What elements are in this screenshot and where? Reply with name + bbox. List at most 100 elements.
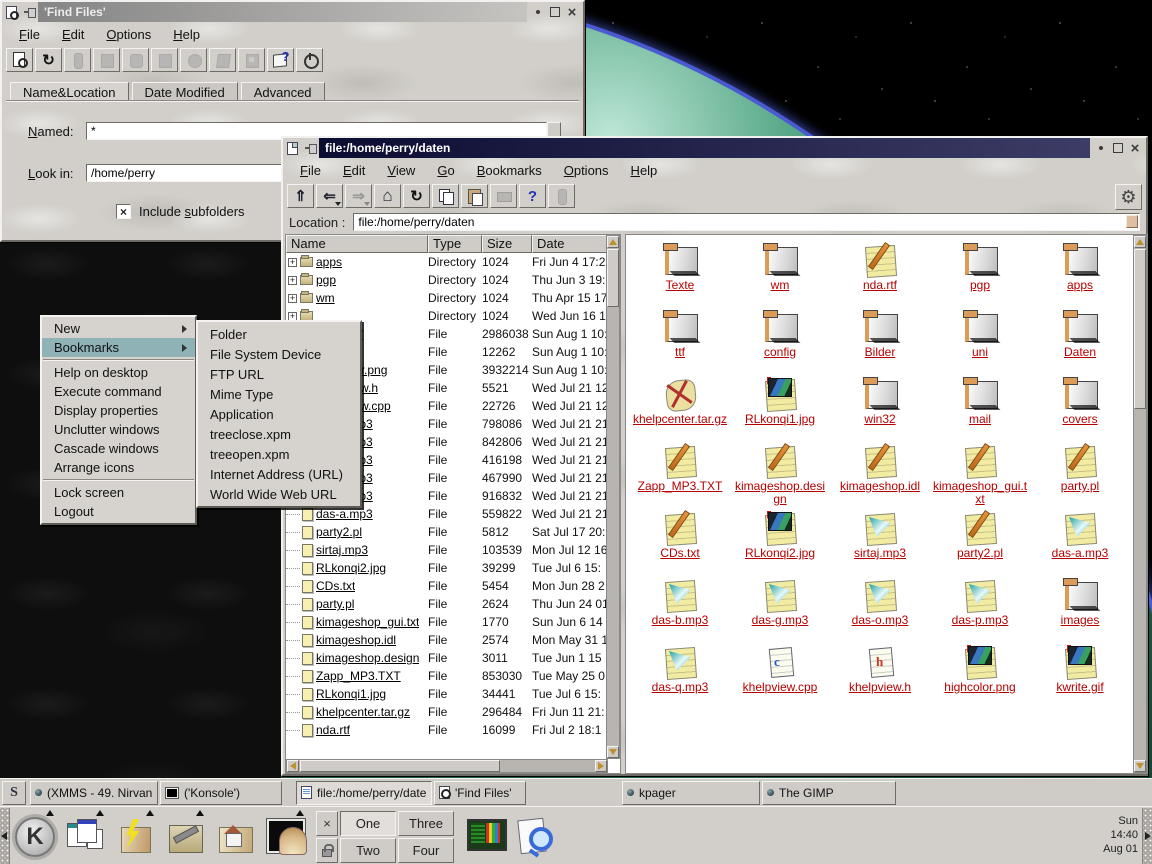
icon-item-das-a-mp3[interactable]: das-a.mp3	[1030, 509, 1130, 576]
icon-item-covers[interactable]: covers	[1030, 375, 1130, 442]
tab-name-location[interactable]: Name&Location	[10, 82, 129, 102]
search-button[interactable]	[6, 48, 33, 72]
include-subfolders-checkbox[interactable]: ×	[116, 204, 131, 219]
copy-button[interactable]	[432, 184, 459, 208]
system-monitor-button[interactable]	[462, 812, 508, 862]
table-row[interactable]: RLkonqi1.jpgFile34441Tue Jul 6 15:	[286, 685, 608, 703]
tree-horizontal-scrollbar[interactable]	[286, 759, 608, 773]
file-name[interactable]: kimageshop_gui.txt	[316, 615, 419, 629]
tab-date-modified[interactable]: Date Modified	[132, 82, 238, 101]
table-row[interactable]: kimageshop.designFile3011Tue Jun 1 15	[286, 649, 608, 667]
menu-item-logout[interactable]: Logout	[42, 502, 195, 521]
icon-item-kwrite-gif[interactable]: kwrite.gif	[1030, 643, 1130, 710]
file-name[interactable]: pgp	[316, 273, 336, 287]
scroll-left-icon[interactable]	[287, 760, 299, 772]
expand-icon[interactable]: +	[288, 276, 297, 285]
submenu-item-folder[interactable]: Folder	[198, 324, 360, 344]
paste-button[interactable]	[461, 184, 488, 208]
scroll-right-icon[interactable]	[595, 760, 607, 772]
task-kpager[interactable]: kpager	[622, 781, 760, 805]
expand-icon[interactable]: +	[288, 258, 297, 267]
file-name[interactable]: wm	[316, 291, 335, 305]
file-manager-menu-view[interactable]: View	[376, 161, 426, 180]
file-name[interactable]: das-a.mp3	[316, 507, 373, 521]
icon-item-win32[interactable]: win32	[830, 375, 930, 442]
menu-item-new[interactable]: New	[42, 319, 195, 338]
location-input[interactable]: file:/home/perry/daten	[353, 213, 1140, 231]
icon-item-kimageshop-gui-txt[interactable]: kimageshop_gui.txt	[930, 442, 1030, 509]
file-name[interactable]: RLkonqi1.jpg	[316, 687, 386, 701]
maximize-icon[interactable]	[1111, 141, 1125, 155]
maximize-icon[interactable]	[548, 5, 562, 19]
icon-item-texte[interactable]: Texte	[630, 241, 730, 308]
file-manager-menu-options[interactable]: Options	[553, 161, 620, 180]
table-row[interactable]: CDs.txtFile5454Mon Jun 28 2	[286, 577, 608, 595]
task-xmms-49-nirvan[interactable]: (XMMS - 49. Nirvan...	[30, 781, 158, 805]
file-manager-titlebar[interactable]: file:/home/perry/daten ×	[283, 138, 1146, 158]
file-name[interactable]: khelpcenter.tar.gz	[316, 705, 410, 719]
find-files-titlebar[interactable]: 'Find Files' ×	[2, 2, 583, 22]
panel-hide-handle-right[interactable]	[1142, 808, 1152, 864]
file-manager-menu-help[interactable]: Help	[620, 161, 669, 180]
icon-item-kimageshop-design[interactable]: kimageshop.design	[730, 442, 830, 509]
reload-button[interactable]	[35, 48, 62, 72]
column-header-type[interactable]: Type	[428, 235, 482, 253]
file-manager-menu-bookmarks[interactable]: Bookmarks	[466, 161, 553, 180]
icon-item-khelpcenter-tar-gz[interactable]: khelpcenter.tar.gz	[630, 375, 730, 442]
desktop-button-four[interactable]: Four	[398, 838, 454, 863]
file-name[interactable]: kimageshop.design	[316, 651, 419, 665]
column-header-size[interactable]: Size	[482, 235, 532, 253]
icon-item-mail[interactable]: mail	[930, 375, 1030, 442]
icons-vscroll-thumb[interactable]	[1134, 249, 1146, 409]
table-row[interactable]: nda.rtfFile16099Fri Jul 2 18:1	[286, 721, 608, 739]
task-find-files[interactable]: 'Find Files'	[434, 781, 526, 805]
scroll-up-icon[interactable]	[1134, 236, 1146, 248]
icon-item-das-p-mp3[interactable]: das-p.mp3	[930, 576, 1030, 643]
column-header-name[interactable]: Name	[286, 235, 428, 253]
minimize-icon[interactable]	[531, 5, 545, 19]
tree-vertical-scrollbar[interactable]	[606, 235, 620, 759]
file-name[interactable]: sirtaj.mp3	[316, 543, 368, 557]
submenu-item-file-system-device[interactable]: File System Device	[198, 344, 360, 364]
table-row[interactable]: sirtaj.mp3File103539Mon Jul 12 16	[286, 541, 608, 559]
menu-item-lock-screen[interactable]: Lock screen	[42, 483, 195, 502]
icon-item-kimageshop-idl[interactable]: kimageshop.idl	[830, 442, 930, 509]
file-name[interactable]: nda.rtf	[316, 723, 350, 737]
file-manager-menu-file[interactable]: File	[289, 161, 332, 180]
table-row[interactable]: +appsDirectory1024Fri Jun 4 17:2	[286, 253, 608, 271]
file-name[interactable]: kimageshop.idl	[316, 633, 396, 647]
table-row[interactable]: khelpcenter.tar.gzFile296484Fri Jun 11 2…	[286, 703, 608, 721]
package-tools-button[interactable]	[162, 812, 208, 862]
submenu-item-application[interactable]: Application	[198, 404, 360, 424]
table-row[interactable]: kimageshop.idlFile2574Mon May 31 1	[286, 631, 608, 649]
file-name[interactable]: Zapp_MP3.TXT	[316, 669, 401, 683]
table-row[interactable]: +pgpDirectory1024Thu Jun 3 19:	[286, 271, 608, 289]
find-files-menu-options[interactable]: Options	[95, 25, 162, 44]
icon-item-das-b-mp3[interactable]: das-b.mp3	[630, 576, 730, 643]
icon-item-highcolor-png[interactable]: highcolor.png	[930, 643, 1030, 710]
sticky-pin-icon[interactable]	[21, 2, 38, 22]
icon-item-sirtaj-mp3[interactable]: sirtaj.mp3	[830, 509, 930, 576]
table-row[interactable]: RLkonqi2.jpgFile39299Tue Jul 6 15:	[286, 559, 608, 577]
menu-item-execute-command[interactable]: Execute command	[42, 382, 195, 401]
file-name[interactable]: party2.pl	[316, 525, 362, 539]
shell-terminal-button[interactable]	[262, 812, 308, 862]
file-name[interactable]: RLkonqi2.jpg	[316, 561, 386, 575]
back-arrow-button[interactable]	[316, 184, 343, 208]
sticky-pin-icon[interactable]	[302, 138, 319, 158]
scroll-down-icon[interactable]	[607, 746, 619, 758]
find-files-menu-help[interactable]: Help	[162, 25, 211, 44]
icon-item-uni[interactable]: uni	[930, 308, 1030, 375]
scroll-up-icon[interactable]	[607, 236, 619, 248]
x-tool-button[interactable]: ×	[316, 811, 338, 836]
panel-hide-handle-left[interactable]	[0, 808, 10, 864]
task-file-home-perry-daten[interactable]: file:/home/perry/daten	[296, 781, 432, 805]
icon-item-rlkonqi2-jpg[interactable]: RLkonqi2.jpg	[730, 509, 830, 576]
close-icon[interactable]: ×	[1128, 141, 1142, 155]
icons-vertical-scrollbar[interactable]	[1133, 235, 1147, 773]
icon-item-das-g-mp3[interactable]: das-g.mp3	[730, 576, 830, 643]
icon-item-das-q-mp3[interactable]: das-q.mp3	[630, 643, 730, 710]
icon-item-zapp-mp3-txt[interactable]: Zapp_MP3.TXT	[630, 442, 730, 509]
menu-item-help-on-desktop[interactable]: Help on desktop	[42, 363, 195, 382]
icon-item-party2-pl[interactable]: party2.pl	[930, 509, 1030, 576]
